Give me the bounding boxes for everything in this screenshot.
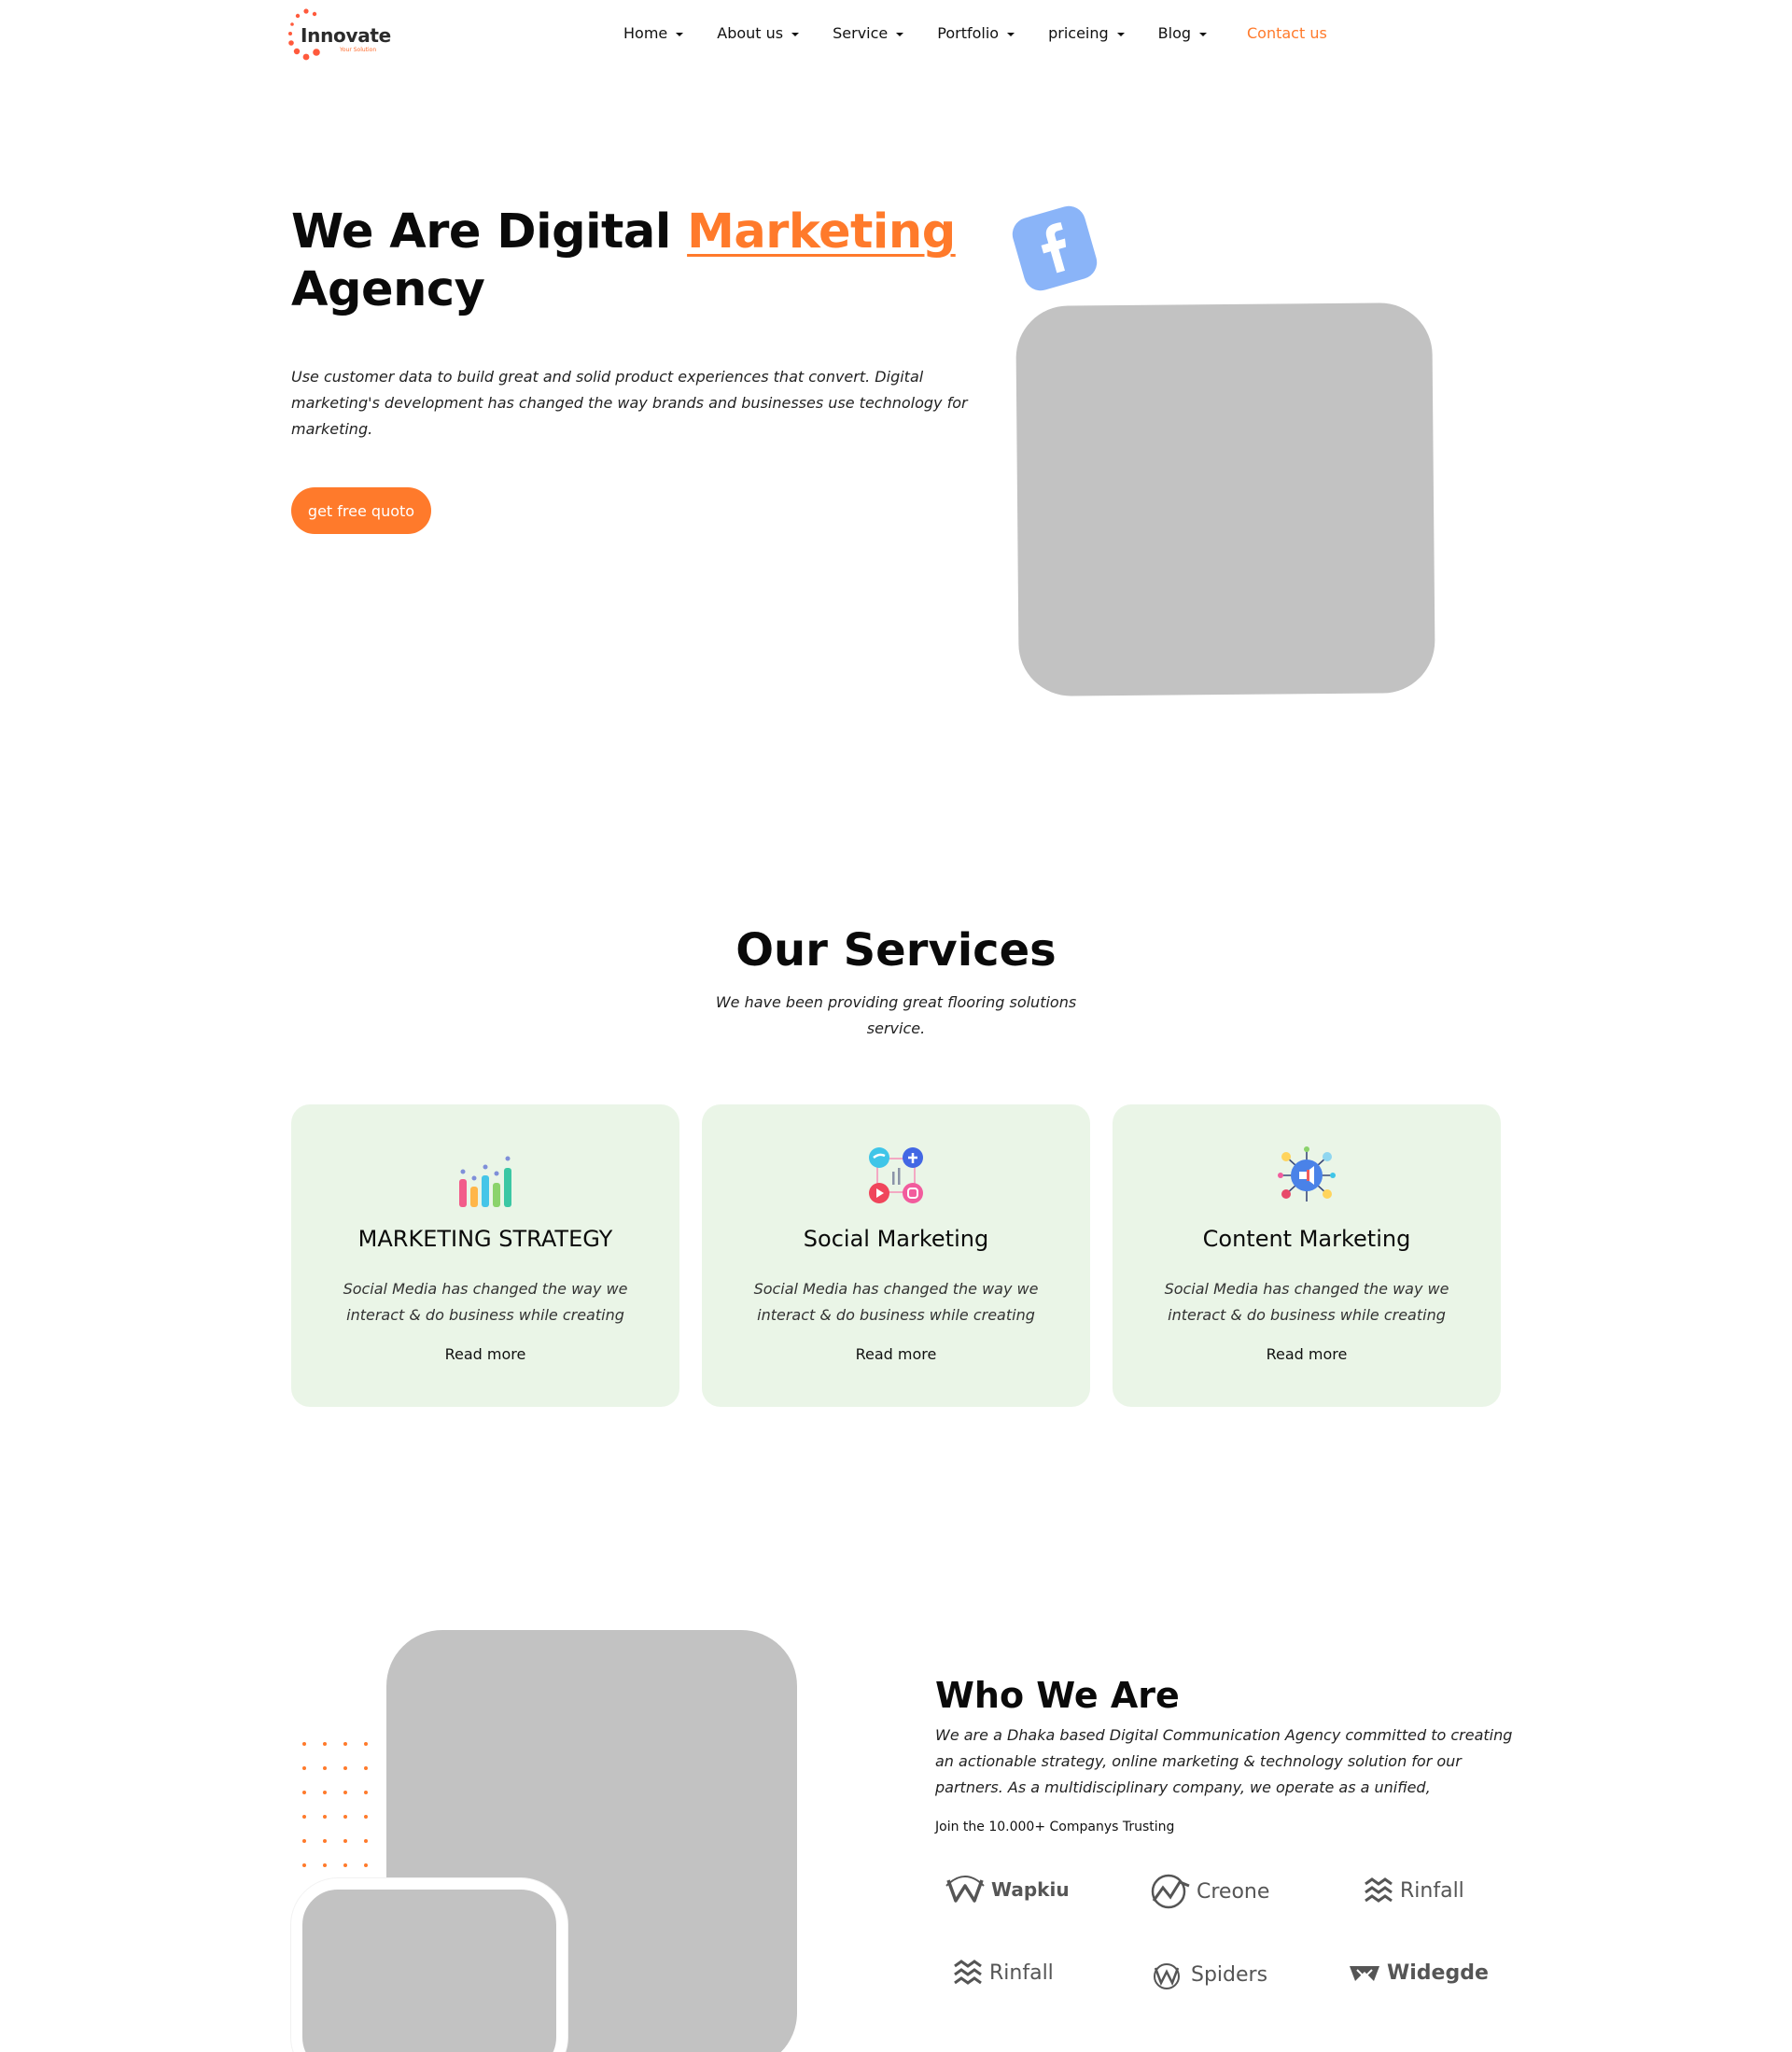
brand-name: Wapkiu bbox=[991, 1878, 1070, 1901]
hero-title-part1: We Are Digital bbox=[291, 204, 688, 260]
nav-item-about[interactable]: About us bbox=[717, 24, 800, 42]
nav-item-pricing[interactable]: priceing bbox=[1048, 24, 1125, 42]
social-network-icon bbox=[869, 1147, 923, 1203]
nav-item-label: Service bbox=[833, 24, 889, 42]
nav-item-service[interactable]: Service bbox=[833, 24, 904, 42]
nav-item-blog[interactable]: Blog bbox=[1157, 24, 1208, 42]
hero-title-part2: Agency bbox=[291, 262, 485, 317]
logo-tagline: Your Solution bbox=[340, 47, 377, 53]
hero-title: We Are Digital Marketing Agency bbox=[291, 204, 982, 319]
brand-name: Creone bbox=[1197, 1879, 1270, 1904]
read-more-link[interactable]: Read more bbox=[1113, 1345, 1501, 1363]
who-description: We are a Dhaka based Digital Communicati… bbox=[935, 1726, 1513, 1796]
services-subtitle: We have been providing great flooring so… bbox=[715, 993, 1077, 1037]
bar-chart-icon bbox=[459, 1156, 511, 1207]
hero-image-placeholder bbox=[1015, 302, 1435, 696]
wapkiu-logo-icon bbox=[945, 1876, 985, 1903]
nav-item-portfolio[interactable]: Portfolio bbox=[937, 24, 1015, 42]
brand-name: Spiders bbox=[1191, 1962, 1268, 1987]
nav-item-label: About us bbox=[717, 24, 784, 42]
brand-widegde: Widegde bbox=[1348, 1959, 1489, 1987]
rinfall-logo-icon bbox=[954, 1960, 982, 1985]
service-card-content-marketing: Content Marketing Social Media has chang… bbox=[1113, 1104, 1501, 1407]
card-title: Social Marketing bbox=[803, 1226, 989, 1252]
caret-down-icon bbox=[1199, 32, 1208, 36]
nav-item-label: priceing bbox=[1048, 24, 1109, 42]
creone-logo-icon bbox=[1151, 1874, 1190, 1909]
spiders-logo-icon bbox=[1154, 1963, 1180, 1989]
services-title: Our Services bbox=[735, 924, 1057, 977]
site-header: Innovate Your Solution Home About us Ser… bbox=[0, 0, 1792, 71]
caret-down-icon bbox=[791, 32, 800, 36]
card-description: Social Media has changed the way we inte… bbox=[1164, 1280, 1449, 1324]
megaphone-icon bbox=[1278, 1146, 1336, 1202]
brand-rinfall-2: Rinfall bbox=[952, 1959, 1054, 1987]
logo[interactable]: Innovate Your Solution bbox=[284, 6, 405, 65]
read-more-link[interactable]: Read more bbox=[291, 1345, 679, 1363]
nav-contact-link[interactable]: Contact us bbox=[1247, 24, 1327, 42]
caret-down-icon bbox=[676, 32, 684, 36]
caret-down-icon bbox=[1116, 32, 1125, 36]
rinfall-logo-icon bbox=[1365, 1877, 1393, 1903]
logo-name: Innovate bbox=[301, 24, 391, 47]
get-quote-button[interactable]: get free quoto bbox=[291, 487, 431, 534]
brand-wapkiu: Wapkiu bbox=[945, 1873, 1070, 1906]
service-card-marketing-strategy: MARKETING STRATEGY Social Media has chan… bbox=[291, 1104, 679, 1407]
brand-name: Rinfall bbox=[1400, 1878, 1464, 1903]
facebook-icon bbox=[1041, 222, 1067, 274]
brand-name: Rinfall bbox=[989, 1961, 1054, 1985]
facebook-badge bbox=[1008, 202, 1101, 295]
who-image-small-placeholder bbox=[291, 1878, 567, 2052]
brand-name: Widegde bbox=[1387, 1961, 1489, 1985]
hero-description: Use customer data to build great and sol… bbox=[291, 368, 968, 438]
brand-rinfall: Rinfall bbox=[1363, 1876, 1464, 1904]
nav-item-label: Home bbox=[623, 24, 668, 42]
nav-item-label: Blog bbox=[1157, 24, 1192, 42]
read-more-link[interactable]: Read more bbox=[702, 1345, 1090, 1363]
card-title: Content Marketing bbox=[1202, 1226, 1411, 1252]
main-nav: Home About us Service Portfolio priceing… bbox=[623, 24, 1240, 42]
brand-spiders: Spiders bbox=[1148, 1959, 1267, 1990]
who-title: Who We Are bbox=[935, 1675, 1180, 1716]
card-description: Social Media has changed the way we inte… bbox=[753, 1280, 1039, 1324]
nav-item-label: Portfolio bbox=[937, 24, 1000, 42]
dot-grid-decoration bbox=[302, 1742, 368, 1867]
brand-creone: Creone bbox=[1150, 1873, 1269, 1910]
service-card-social-marketing: Social Marketing Social Media has change… bbox=[702, 1104, 1090, 1407]
widegde-logo-icon bbox=[1350, 1966, 1379, 1981]
hero-title-accent: Marketing bbox=[687, 204, 956, 260]
card-title: MARKETING STRATEGY bbox=[357, 1226, 613, 1252]
nav-item-home[interactable]: Home bbox=[623, 24, 684, 42]
card-description: Social Media has changed the way we inte… bbox=[343, 1280, 628, 1324]
caret-down-icon bbox=[1007, 32, 1015, 36]
who-join-text: Join the 10.000+ Companys Trusting bbox=[935, 1820, 1175, 1834]
caret-down-icon bbox=[896, 32, 904, 36]
